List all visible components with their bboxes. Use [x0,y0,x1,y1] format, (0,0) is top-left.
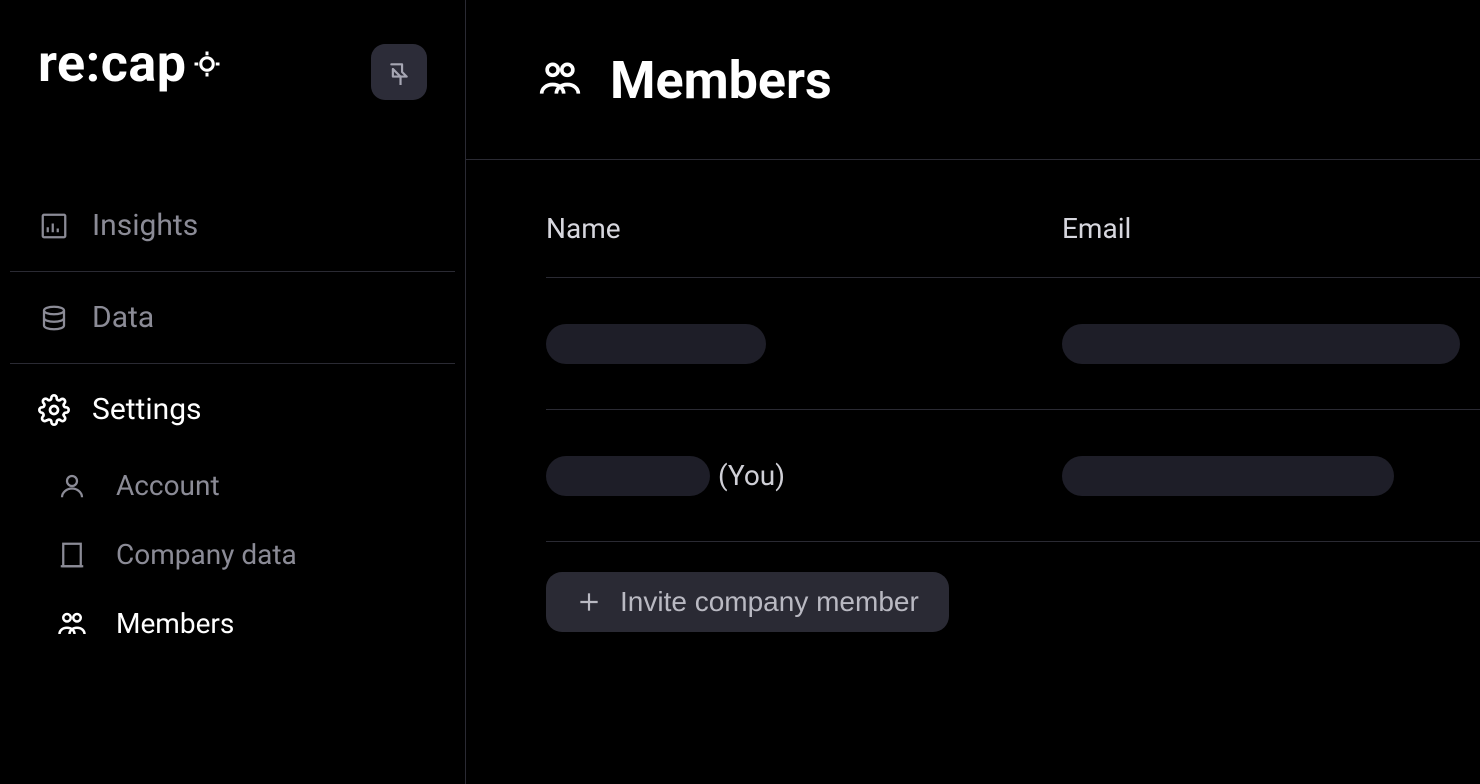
redacted-email [1062,324,1460,364]
column-header-email: Email [1062,212,1480,245]
database-icon [38,302,70,334]
page-title: Members [610,50,832,111]
pin-icon [386,59,412,85]
sidebar-subitem-members[interactable]: Members [10,589,455,658]
members-icon [538,57,582,105]
main-content: Members Name Email (You) [466,0,1480,784]
sidebar-item-data[interactable]: Data [10,282,455,353]
sidebar-subitem-company-data[interactable]: Company data [10,520,455,589]
sidebar-subitem-label: Company data [116,538,297,571]
user-icon [56,470,88,502]
table-row: (You) [546,410,1480,542]
brand-symbol-icon [192,49,222,79]
table-row [546,278,1480,410]
sidebar-item-insights[interactable]: Insights [10,190,455,261]
brand-name: re:cap [38,38,186,90]
sidebar-item-label: Insights [92,208,198,243]
cell-name: (You) [546,456,1062,496]
sidebar-item-label: Settings [92,392,202,427]
building-icon [56,539,88,571]
sidebar-nav: Insights Data [10,190,455,658]
cell-email [1062,456,1480,496]
redacted-email [1062,456,1394,496]
members-icon [56,608,88,640]
gear-icon [38,394,70,426]
sidebar-item-label: Data [92,300,154,335]
pin-sidebar-button[interactable] [371,44,427,100]
page-header: Members [466,0,1480,160]
sidebar-header: re:cap [10,38,455,120]
cell-email [1062,324,1480,364]
sidebar: re:cap [0,0,466,784]
table-header-row: Name Email [546,212,1480,278]
divider [10,363,455,364]
members-table: Name Email (You) [466,160,1480,632]
plus-icon [576,589,602,615]
brand-logo: re:cap [38,38,222,90]
you-suffix: (You) [718,459,785,492]
sidebar-subitem-label: Account [116,469,220,502]
invite-button-label: Invite company member [620,586,919,618]
cell-name [546,324,1062,364]
invite-member-button[interactable]: Invite company member [546,572,949,632]
redacted-name [546,456,710,496]
chart-icon [38,210,70,242]
column-header-name: Name [546,212,1062,245]
settings-subnav: Account [10,451,455,658]
sidebar-subitem-account[interactable]: Account [10,451,455,520]
sidebar-subitem-label: Members [116,607,234,640]
sidebar-item-settings[interactable]: Settings [10,374,455,445]
redacted-name [546,324,766,364]
divider [10,271,455,272]
